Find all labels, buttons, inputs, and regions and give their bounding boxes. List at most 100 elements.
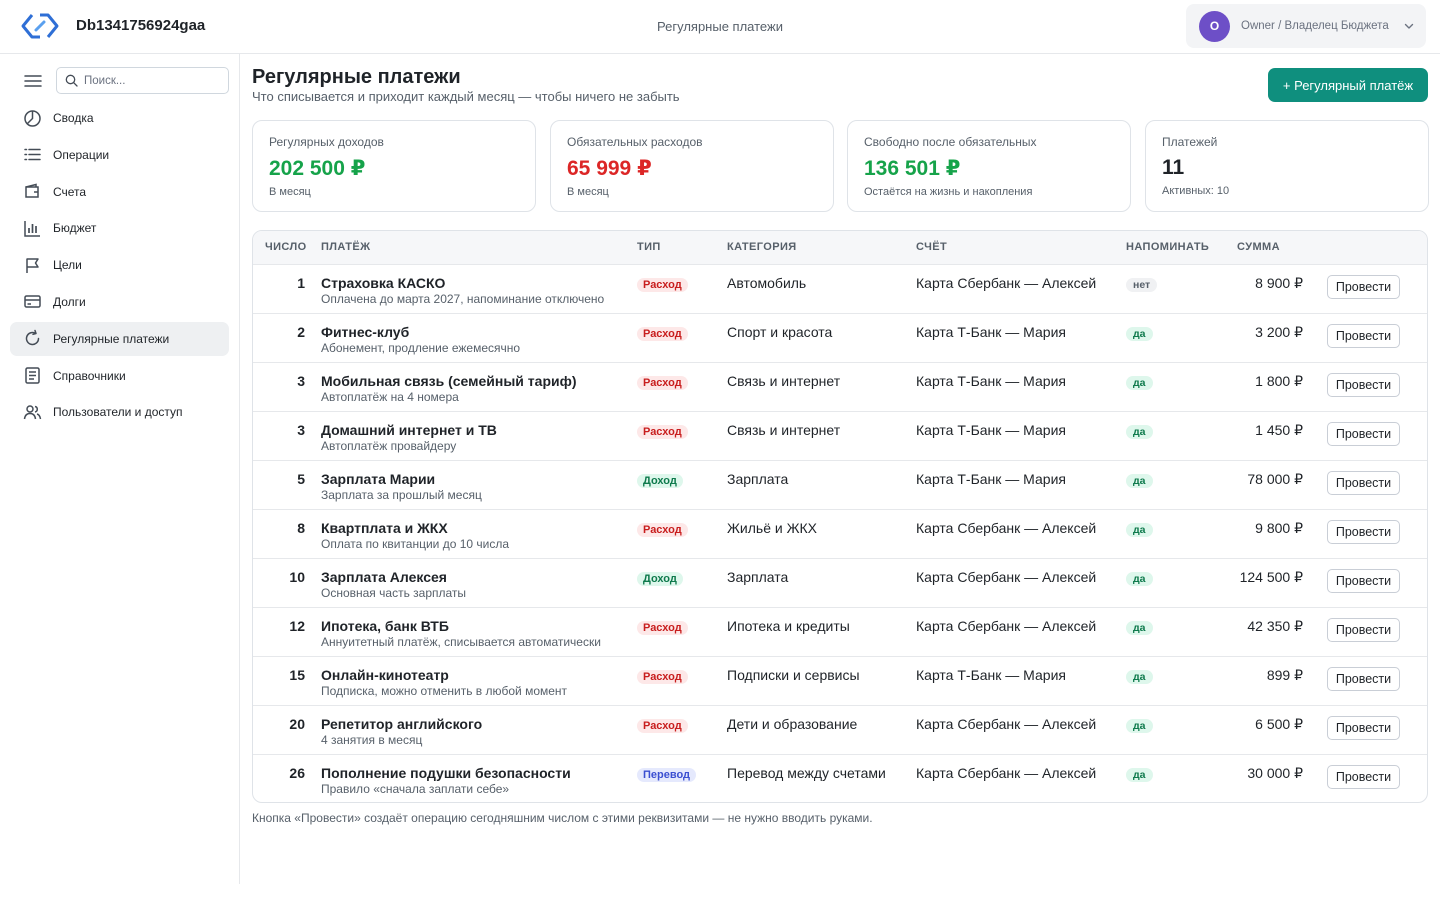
sidebar-item-list[interactable]: Операции (10, 138, 229, 172)
user-menu[interactable]: O Owner / Владелец Бюджета (1186, 4, 1426, 48)
header-amount[interactable]: СУММА (1237, 231, 1315, 265)
run-payment-button[interactable]: Провести (1327, 519, 1400, 544)
run-payment-button[interactable]: Провести (1327, 372, 1400, 397)
row-payment: Квартплата и ЖКХ Оплата по квитанции до 1… (321, 509, 637, 558)
sidebar-nav: Сводка Операции Счета Бюджет Цели Долги Регуля… (10, 101, 229, 432)
sidebar-item-wallet[interactable]: Счета (10, 175, 229, 209)
sidebar-item-refresh[interactable]: Регулярные платежи (10, 321, 229, 356)
credit-card-icon (24, 295, 41, 309)
sidebar-item-flag[interactable]: Цели (10, 248, 229, 282)
run-payment-button[interactable]: Провести (1327, 666, 1400, 691)
table-row[interactable]: 8 Квартплата и ЖКХ Оплата по квитанции до … (253, 509, 1427, 558)
table-row[interactable]: 10 Зарплата Алексея Основная часть зарплат… (253, 558, 1427, 607)
sidebar-item-label: Справочники (53, 368, 126, 383)
run-payment-button[interactable]: Провести (1327, 274, 1400, 299)
row-payment: Зарплата Алексея Основная часть зарплаты (321, 558, 637, 607)
table-row[interactable]: 5 Зарплата Марии Зарплата за прошлый месяц… (253, 460, 1427, 509)
remind-badge: да (1126, 424, 1153, 439)
run-payment-button[interactable]: Провести (1327, 421, 1400, 446)
run-payment-button[interactable]: Провести (1327, 568, 1400, 593)
sidebar-item-credit-card[interactable]: Долги (10, 285, 229, 319)
sidebar-item-label: Цели (53, 258, 82, 273)
stat-label: Платежей (1162, 135, 1218, 149)
table-row[interactable]: 1 Страховка КАСКО Оплачена до марта 2027, … (253, 264, 1427, 313)
search-input[interactable] (84, 74, 224, 87)
row-day: 2 (297, 323, 305, 340)
payment-description: Абонемент, продление ежемесячно (321, 340, 521, 355)
run-payment-button[interactable]: Провести (1327, 617, 1400, 642)
type-badge: Расход (637, 375, 688, 390)
table-row[interactable]: 3 Домашний интернет и ТВ Автоплатёж провай… (253, 411, 1427, 460)
header-day[interactable]: ЧИСЛО (253, 231, 321, 265)
row-category: Спорт и красота (727, 323, 833, 340)
table-row[interactable]: 12 Ипотека, банк ВТБ Аннуитетный платёж, с… (253, 607, 1427, 656)
payment-name: Домашний интернет и ТВ (321, 421, 497, 438)
header-type[interactable]: ТИП (637, 231, 727, 265)
row-day: 3 (297, 421, 305, 438)
row-amount: 9 800 ₽ (1255, 519, 1303, 536)
row-remind: да (1126, 362, 1237, 411)
run-payment-button[interactable]: Провести (1327, 470, 1400, 495)
row-day: 26 (289, 764, 305, 781)
table-row[interactable]: 3 Мобильная связь (семейный тариф) Автопла… (253, 362, 1427, 411)
remind-badge: да (1126, 767, 1153, 782)
row-category: Жильё и ЖКХ (727, 519, 818, 536)
remind-badge: да (1126, 620, 1153, 635)
free-after-mandatory-card: Свободно после обязательных 136 501 ₽ Оста… (847, 120, 1131, 212)
row-actions: Провести (1315, 313, 1427, 362)
row-amount: 3 200 ₽ (1255, 323, 1303, 340)
top-bar: Db1341756924gaa Регулярные платежи O Own… (0, 0, 1440, 54)
row-category: Автомобиль (727, 274, 807, 291)
row-payment: Пополнение подушки безопасности Правило «… (321, 754, 637, 802)
row-account: Карта Т-Банк — Мария (916, 421, 1066, 438)
run-payment-button[interactable]: Провести (1327, 715, 1400, 740)
run-payment-button[interactable]: Провести (1327, 764, 1400, 789)
bar-chart-icon (24, 220, 40, 237)
row-type: Доход (637, 460, 727, 509)
table-row[interactable]: 2 Фитнес-клуб Абонемент, продление ежемеся… (253, 313, 1427, 362)
row-payment: Зарплата Марии Зарплата за прошлый месяц (321, 460, 637, 509)
row-day: 15 (289, 666, 305, 683)
run-payment-button[interactable]: Провести (1327, 323, 1400, 348)
row-type: Расход (637, 362, 727, 411)
payment-name: Репетитор английского (321, 715, 483, 732)
recurring-income-card: Регулярных доходов 202 500 ₽ В месяц (252, 120, 536, 212)
header-payment[interactable]: ПЛАТЁЖ (321, 231, 637, 265)
sidebar-item-users[interactable]: Пользователи и доступ (10, 395, 229, 429)
payment-description: Оплата по квитанции до 10 числа (321, 536, 510, 551)
table-row[interactable]: 15 Онлайн-кинотеатр Подписка, можно отмени… (253, 656, 1427, 705)
row-category: Связь и интернет (727, 421, 841, 438)
page-title: Регулярные платежи (252, 66, 461, 88)
sidebar-item-label: Сводка (53, 111, 94, 125)
header-category[interactable]: КАТЕГОРИЯ (727, 231, 916, 265)
header-actions (1315, 231, 1427, 265)
add-recurring-payment-button[interactable]: + Регулярный платёж (1268, 68, 1428, 102)
table-row[interactable]: 26 Пополнение подушки безопасности Правило… (253, 754, 1427, 802)
search-box (56, 67, 229, 94)
sidebar-item-bar-chart[interactable]: Бюджет (10, 211, 229, 245)
sidebar-item-book[interactable]: Справочники (10, 359, 229, 393)
row-type: Расход (637, 411, 727, 460)
row-remind: да (1126, 460, 1237, 509)
row-amount: 899 ₽ (1266, 666, 1303, 683)
row-remind: да (1126, 558, 1237, 607)
row-payment: Домашний интернет и ТВ Автоплатёж провайд… (321, 411, 637, 460)
app-logo-icon[interactable] (20, 12, 60, 40)
stat-value: 65 999 ₽ (567, 157, 652, 180)
list-icon (24, 149, 41, 161)
row-actions: Провести (1315, 264, 1427, 313)
payment-description: Зарплата за прошлый месяц (321, 487, 482, 502)
menu-icon[interactable] (24, 74, 42, 88)
payment-name: Пополнение подушки безопасности (321, 764, 571, 781)
sidebar-item-pie-chart[interactable]: Сводка (10, 101, 229, 135)
payment-description: Автоплатёж на 4 номера (321, 389, 459, 404)
table-row[interactable]: 20 Репетитор английского 4 занятия в месяц… (253, 705, 1427, 754)
stat-value: 136 501 ₽ (864, 157, 961, 180)
header-remind[interactable]: НАПОМИНАТЬ (1126, 231, 1237, 265)
payment-name: Страховка КАСКО (321, 274, 446, 291)
row-account: Карта Сбербанк — Алексей (916, 617, 1097, 634)
stat-value: 11 (1162, 156, 1185, 179)
avatar: O (1199, 10, 1230, 42)
header-account[interactable]: СЧЁТ (916, 231, 1126, 265)
payment-description: Аннуитетный платёж, списывается автомати… (321, 634, 601, 649)
